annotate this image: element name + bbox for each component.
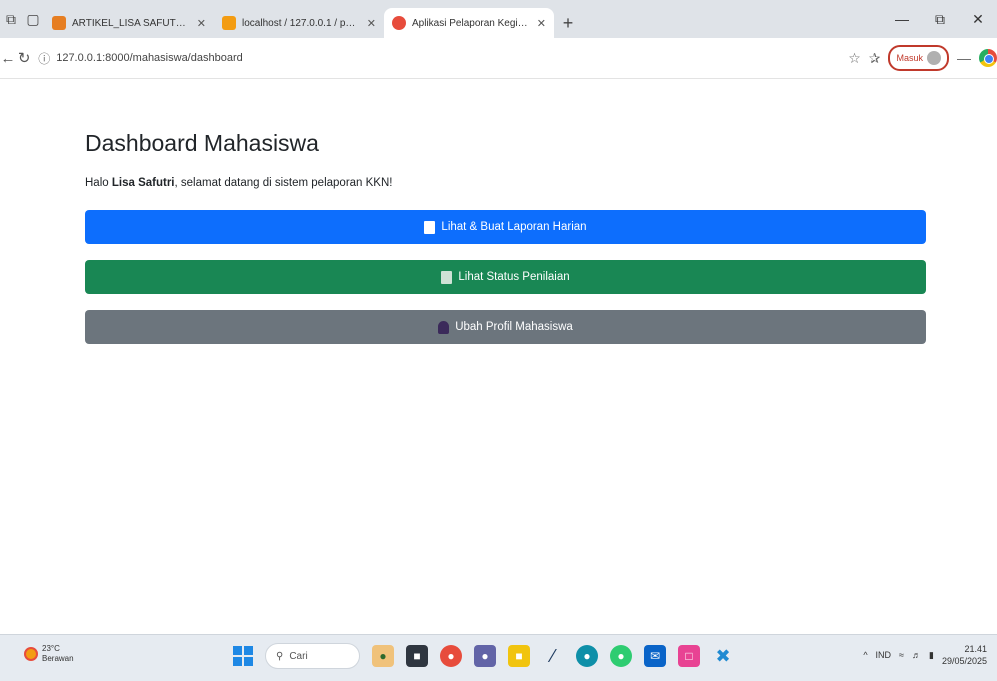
address-bar[interactable]: ⓘ 127.0.0.1:8000/mahasiswa/dashboard [32, 45, 828, 71]
clipboard-icon [441, 270, 453, 284]
browser-tab-strip: ⧉ ▢ ARTIKEL_LISA SAFUTRI Pemrogr ✕ local… [0, 0, 997, 38]
taskbar: 23°C Berawan ⚲ Cari ● ■ ● ● ■ ⁄ ● ● ✉ □ … [0, 634, 997, 681]
clock-date: 29/05/2025 [941, 656, 987, 666]
tab-actions-icon[interactable]: ▢ [22, 0, 44, 38]
widgets-icon[interactable]: ● [372, 645, 394, 667]
search-placeholder: Cari [289, 650, 308, 662]
close-tab-icon[interactable]: ✕ [367, 17, 376, 30]
weather-widget[interactable]: 23°C Berawan [24, 644, 74, 664]
volume-icon[interactable]: ♬ [912, 650, 921, 660]
new-tab-button[interactable]: + [554, 8, 582, 38]
tab-favicon-icon [392, 16, 406, 30]
assessment-status-button[interactable]: Lihat Status Penilaian [85, 260, 926, 294]
document-icon [424, 220, 436, 234]
weather-temp: 23°C [42, 644, 60, 653]
user-name: Lisa Safutri [111, 177, 175, 189]
taskbar-search[interactable]: ⚲ Cari [265, 643, 360, 669]
outlook-icon[interactable]: ✉ [644, 645, 666, 667]
clock-time: 21.41 [964, 644, 987, 654]
clock[interactable]: 21.41 29/05/2025 [942, 643, 987, 667]
profile-button[interactable]: Masuk [888, 45, 949, 71]
tab-artikel[interactable]: ARTIKEL_LISA SAFUTRI Pemrogr ✕ [44, 8, 214, 38]
copilot-icon[interactable] [979, 49, 997, 67]
battery-icon[interactable]: ▮ [929, 650, 934, 661]
close-window-icon[interactable]: ✕ [959, 0, 997, 38]
vscode-icon[interactable]: ✖ [712, 645, 734, 667]
close-tab-icon[interactable]: ✕ [537, 17, 546, 30]
browser-toolbar: ← ↻ ⓘ 127.0.0.1:8000/mahasiswa/dashboard… [0, 38, 997, 79]
workspaces-icon[interactable]: ⧉ [0, 0, 22, 38]
star-icon[interactable]: ☆ [848, 50, 861, 67]
tab-aplikasi-kkn[interactable]: Aplikasi Pelaporan Kegiatan KKN ✕ [384, 8, 554, 38]
daily-report-label: Lihat & Buat Laporan Harian [441, 221, 587, 233]
tray-chevron-icon[interactable]: ^ [863, 650, 867, 660]
edit-profile-button[interactable]: Ubah Profil Mahasiswa [85, 310, 926, 344]
tab-title: localhost / 127.0.0.1 / pelaporan [242, 17, 361, 29]
user-icon [438, 320, 450, 334]
windows-start-icon[interactable] [233, 646, 253, 666]
snipping-tool-icon[interactable]: □ [678, 645, 700, 667]
system-tray: ^ IND ≈ ♬ ▮ 21.41 29/05/2025 [863, 643, 987, 667]
restore-icon[interactable]: ⧉ [921, 0, 959, 38]
site-info-icon[interactable]: ⓘ [38, 50, 50, 67]
profile-label: Masuk [896, 53, 923, 63]
window-controls: — ⧉ ✕ [883, 0, 997, 38]
weather-desc: Berawan [42, 654, 74, 663]
search-icon: ⚲ [276, 650, 284, 662]
dashboard-container: Dashboard Mahasiswa Halo Lisa Safutri, s… [85, 78, 926, 344]
teams-icon[interactable]: ● [474, 645, 496, 667]
tab-title: Aplikasi Pelaporan Kegiatan KKN [412, 17, 531, 29]
taskbar-apps: ⚲ Cari ● ■ ● ● ■ ⁄ ● ● ✉ □ ✖ [233, 643, 734, 669]
daily-report-button[interactable]: Lihat & Buat Laporan Harian [85, 210, 926, 244]
favorites-icon[interactable]: ✰ [869, 50, 881, 67]
minimize-icon[interactable]: — [883, 0, 921, 38]
avatar-icon [927, 51, 941, 65]
reload-icon[interactable]: ↻ [16, 45, 32, 71]
page-title: Dashboard Mahasiswa [85, 130, 319, 156]
wifi-icon[interactable]: ≈ [899, 650, 904, 660]
url-text: 127.0.0.1:8000/mahasiswa/dashboard [56, 52, 243, 64]
back-icon[interactable]: ← [0, 45, 16, 71]
tab-title: ARTIKEL_LISA SAFUTRI Pemrogr [72, 17, 191, 29]
file-explorer-icon[interactable]: ■ [508, 645, 530, 667]
edit-profile-label: Ubah Profil Mahasiswa [455, 321, 573, 333]
close-tab-icon[interactable]: ✕ [197, 17, 206, 30]
language-indicator[interactable]: IND [876, 650, 892, 660]
assessment-status-label: Lihat Status Penilaian [458, 271, 570, 283]
notepad-icon[interactable]: ⁄ [542, 645, 564, 667]
menu-icon[interactable]: — [957, 50, 971, 66]
greeting-prefix: Halo [85, 177, 112, 189]
greeting-text: Halo Lisa Safutri, selamat datang di sis… [85, 177, 926, 189]
chrome-app-icon[interactable]: ● [440, 645, 462, 667]
edge-dev-icon[interactable]: ● [610, 645, 632, 667]
tab-phpmyadmin[interactable]: localhost / 127.0.0.1 / pelaporan ✕ [214, 8, 384, 38]
weather-icon [24, 647, 38, 661]
edge-icon[interactable]: ● [576, 645, 598, 667]
greeting-suffix: , selamat datang di sistem pelaporan KKN… [174, 177, 393, 189]
toolbar-actions: ☆ ✰ Masuk — [848, 45, 997, 71]
task-view-icon[interactable]: ■ [406, 645, 428, 667]
tab-favicon-icon [52, 16, 66, 30]
tab-favicon-icon [222, 16, 236, 30]
